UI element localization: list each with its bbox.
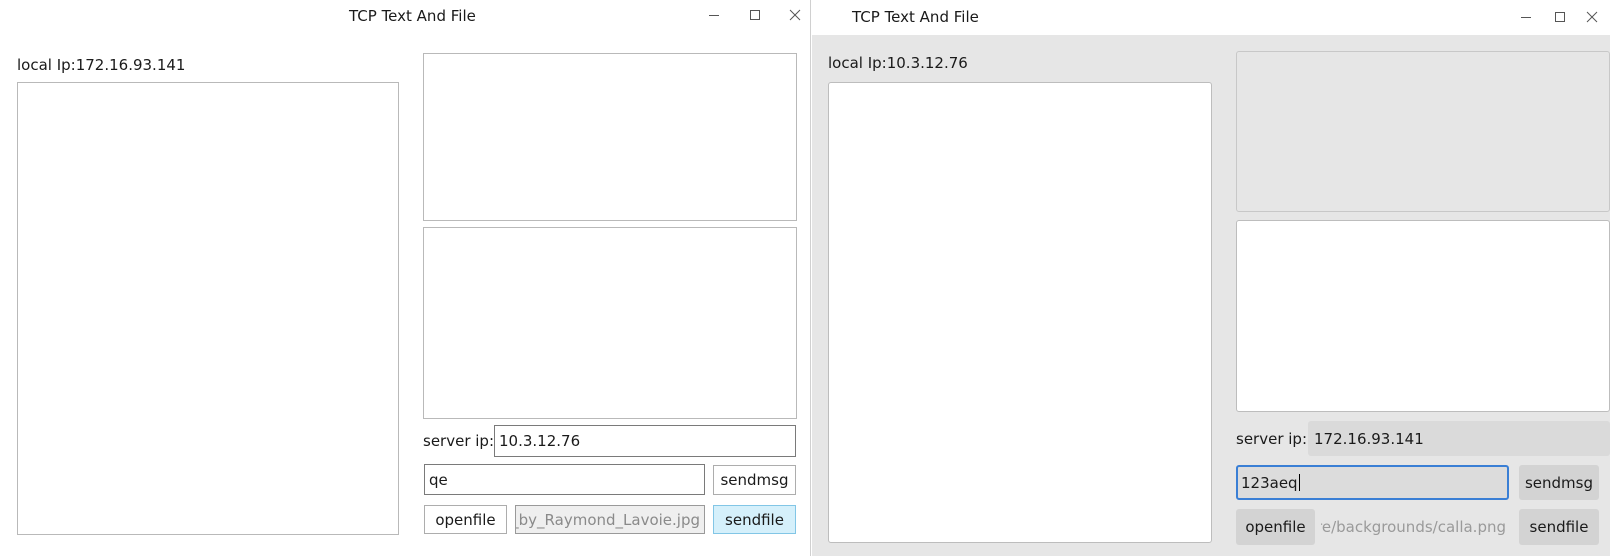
left-sendfile-button[interactable]: sendfile [713,505,796,534]
maximize-icon[interactable] [1546,3,1574,31]
right-client-list[interactable] [828,82,1212,543]
left-openfile-button[interactable]: openfile [424,505,507,534]
left-server-ip-value: 10.3.12.76 [499,432,581,450]
left-server-ip-input[interactable]: 10.3.12.76 [494,425,796,457]
left-local-ip-label: local Ip:172.16.93.141 [17,56,186,74]
left-file-path-input: s_by_Raymond_Lavoie.jpg [515,505,705,534]
right-message-log-area[interactable] [1236,220,1610,412]
maximize-icon[interactable] [741,1,769,29]
right-sendfile-button[interactable]: sendfile [1519,509,1599,545]
right-window-title: TCP Text And File [852,8,979,26]
left-sendmsg-button[interactable]: sendmsg [713,465,796,495]
right-server-ip-value: 172.16.93.141 [1314,429,1424,448]
right-message-value: 123aeq [1241,473,1298,492]
right-file-path-input: re/backgrounds/calla.png [1321,509,1514,545]
right-sendmsg-button[interactable]: sendmsg [1519,465,1599,500]
right-file-path-value: re/backgrounds/calla.png [1321,518,1506,536]
left-window: TCP Text And File local Ip:172.16.93.141… [0,0,811,556]
text-caret [1298,474,1300,491]
left-window-title: TCP Text And File [349,7,476,25]
left-file-path-value: s_by_Raymond_Lavoie.jpg [515,510,700,529]
left-title-bar[interactable]: TCP Text And File [0,0,810,33]
right-openfile-button[interactable]: openfile [1236,509,1315,545]
right-server-ip-input[interactable]: 172.16.93.141 [1308,421,1610,456]
right-window: TCP Text And File local Ip:10.3.12.76 se… [812,0,1610,556]
left-server-ip-label: server ip: [423,432,494,450]
right-title-bar[interactable]: TCP Text And File [812,0,1610,35]
left-message-value: qe [429,470,448,489]
left-received-text-area[interactable] [423,53,797,221]
left-client-list[interactable] [17,82,399,535]
close-icon[interactable] [781,1,809,29]
minimize-icon[interactable] [700,1,728,29]
close-icon[interactable] [1578,3,1606,31]
right-local-ip-label: local Ip:10.3.12.76 [828,54,968,72]
minimize-icon[interactable] [1512,3,1540,31]
left-message-input[interactable]: qe [424,464,705,495]
right-received-text-area[interactable] [1236,51,1610,212]
right-server-ip-label: server ip: [1236,430,1307,448]
left-message-log-area[interactable] [423,227,797,419]
right-message-input[interactable]: 123aeq [1236,465,1509,500]
